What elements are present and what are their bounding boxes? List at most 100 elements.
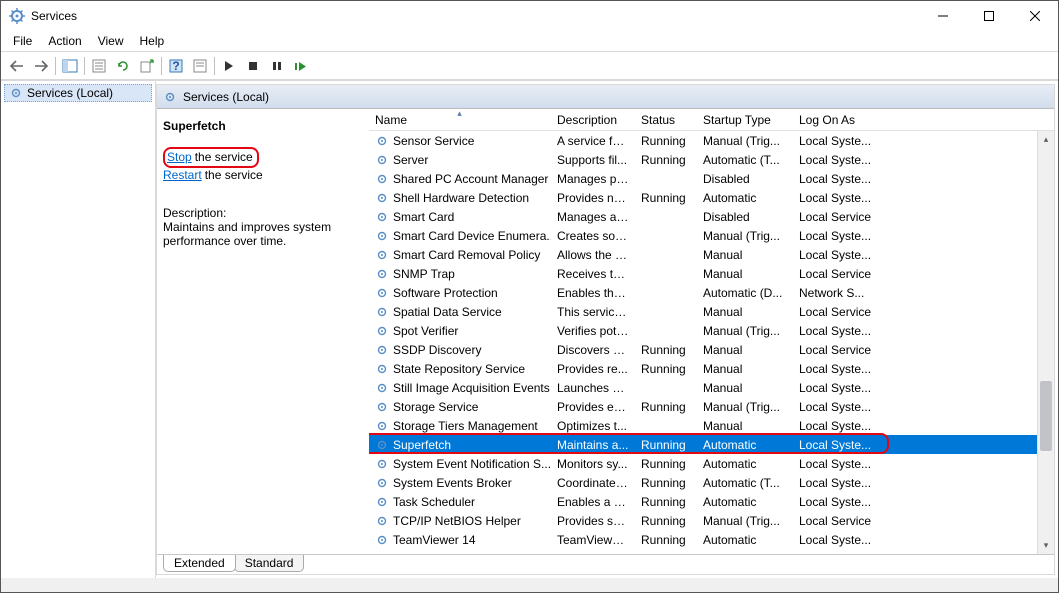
scroll-track[interactable] [1038, 148, 1054, 537]
tree-item-services-local[interactable]: Services (Local) [4, 84, 152, 102]
refresh-button[interactable] [111, 55, 135, 77]
cell-startup-type: Manual [697, 343, 793, 357]
menu-file[interactable]: File [5, 31, 40, 51]
cell-name: System Events Broker [369, 476, 551, 490]
start-service-button[interactable] [217, 55, 241, 77]
restart-service-button[interactable] [289, 55, 313, 77]
table-row[interactable]: Shared PC Account ManagerManages pr...Di… [369, 169, 1037, 188]
cell-log-on-as: Local Syste... [793, 153, 1033, 167]
cell-startup-type: Automatic (D... [697, 286, 793, 300]
cell-status: Running [635, 438, 697, 452]
table-row[interactable]: Sensor ServiceA service fo...RunningManu… [369, 131, 1037, 150]
table-row[interactable]: Shell Hardware DetectionProvides no...Ru… [369, 188, 1037, 207]
vertical-scrollbar[interactable]: ▴ ▾ [1037, 131, 1054, 554]
cell-status: Running [635, 343, 697, 357]
table-row[interactable]: ServerSupports fil...RunningAutomatic (T… [369, 150, 1037, 169]
stop-service-button[interactable] [241, 55, 265, 77]
table-row[interactable]: Spot VerifierVerifies pote...Manual (Tri… [369, 321, 1037, 340]
stop-link[interactable]: Stop [167, 150, 192, 164]
scroll-thumb[interactable] [1040, 381, 1052, 451]
properties-button[interactable] [87, 55, 111, 77]
table-row[interactable]: Task SchedulerEnables a us...RunningAuto… [369, 492, 1037, 511]
cell-name: Server [369, 153, 551, 167]
table-row[interactable]: TeamViewer 14TeamViewer...RunningAutomat… [369, 530, 1037, 549]
menu-help[interactable]: Help [132, 31, 173, 51]
gear-icon [375, 172, 389, 186]
menu-view[interactable]: View [90, 31, 132, 51]
table-row[interactable]: Storage Tiers ManagementOptimizes t...Ma… [369, 416, 1037, 435]
cell-log-on-as: Local Syste... [793, 172, 1033, 186]
table-row[interactable]: SNMP TrapReceives tra...ManualLocal Serv… [369, 264, 1037, 283]
table-row[interactable]: System Events BrokerCoordinates...Runnin… [369, 473, 1037, 492]
tab-extended[interactable]: Extended [163, 555, 236, 572]
forward-button[interactable] [29, 55, 53, 77]
detail-panel: Superfetch ② Stop the service Restart th… [157, 109, 369, 554]
table-row[interactable]: System Event Notification S...Monitors s… [369, 454, 1037, 473]
column-startup-type[interactable]: Startup Type [697, 109, 793, 130]
gear-icon [375, 438, 389, 452]
cell-name: SSDP Discovery [369, 343, 551, 357]
cell-name: Shell Hardware Detection [369, 191, 551, 205]
cell-name: Superfetch [369, 438, 551, 452]
column-description[interactable]: Description [551, 109, 635, 130]
cell-description: Provides re... [551, 362, 635, 376]
table-row[interactable]: Smart CardManages ac...DisabledLocal Ser… [369, 207, 1037, 226]
cell-startup-type: Automatic [697, 191, 793, 205]
cell-name: Sensor Service [369, 134, 551, 148]
table-row[interactable]: Spatial Data ServiceThis service ...Manu… [369, 302, 1037, 321]
cell-description: A service fo... [551, 134, 635, 148]
cell-startup-type: Automatic [697, 495, 793, 509]
table-row[interactable]: Smart Card Device Enumera...Creates soft… [369, 226, 1037, 245]
menu-action[interactable]: Action [40, 31, 89, 51]
list-body[interactable]: ① Sensor ServiceA service fo...RunningMa… [369, 131, 1037, 554]
scroll-down-button[interactable]: ▾ [1038, 537, 1054, 554]
table-row[interactable]: SSDP DiscoveryDiscovers n...RunningManua… [369, 340, 1037, 359]
gear-icon [375, 362, 389, 376]
pause-service-button[interactable] [265, 55, 289, 77]
cell-status: Running [635, 134, 697, 148]
gear-icon [375, 324, 389, 338]
cell-description: Provides su... [551, 514, 635, 528]
gear-icon [375, 457, 389, 471]
cell-startup-type: Automatic (T... [697, 153, 793, 167]
cell-startup-type: Automatic [697, 533, 793, 547]
cell-description: Allows the s... [551, 248, 635, 262]
minimize-button[interactable] [920, 1, 966, 31]
toolbar-separator [84, 57, 85, 75]
table-row[interactable]: Software ProtectionEnables the ...Automa… [369, 283, 1037, 302]
help-button[interactable]: ? [164, 55, 188, 77]
table-row[interactable]: TCP/IP NetBIOS HelperProvides su...Runni… [369, 511, 1037, 530]
maximize-button[interactable] [966, 1, 1012, 31]
cell-startup-type: Manual [697, 362, 793, 376]
table-row[interactable]: State Repository ServiceProvides re...Ru… [369, 359, 1037, 378]
scroll-up-button[interactable]: ▴ [1038, 131, 1054, 148]
restart-link[interactable]: Restart [163, 168, 202, 182]
cell-log-on-as: Local Syste... [793, 134, 1033, 148]
table-row[interactable]: SuperfetchMaintains a...RunningAutomatic… [369, 435, 1037, 454]
help-topics-button[interactable] [188, 55, 212, 77]
cell-log-on-as: Local Syste... [793, 533, 1033, 547]
cell-status: Running [635, 476, 697, 490]
cell-log-on-as: Network S... [793, 286, 1033, 300]
table-row[interactable]: Storage ServiceProvides en...RunningManu… [369, 397, 1037, 416]
table-row[interactable]: Still Image Acquisition EventsLaunches a… [369, 378, 1037, 397]
pane-title: Services (Local) [183, 90, 269, 104]
cell-startup-type: Automatic [697, 457, 793, 471]
cell-startup-type: Manual (Trig... [697, 514, 793, 528]
column-status[interactable]: Status [635, 109, 697, 130]
back-button[interactable] [5, 55, 29, 77]
show-hide-tree-button[interactable] [58, 55, 82, 77]
window-controls [920, 1, 1058, 31]
cell-description: Provides en... [551, 400, 635, 414]
export-button[interactable] [135, 55, 159, 77]
bottom-tabs: Extended Standard [157, 554, 1054, 574]
tab-standard[interactable]: Standard [234, 555, 305, 572]
table-row[interactable]: Smart Card Removal PolicyAllows the s...… [369, 245, 1037, 264]
column-log-on-as[interactable]: Log On As [793, 109, 1033, 130]
column-name[interactable]: Name▴ [369, 109, 551, 130]
cell-log-on-as: Local Syste... [793, 438, 1033, 452]
cell-name: Task Scheduler [369, 495, 551, 509]
close-button[interactable] [1012, 1, 1058, 31]
cell-description: Enables the ... [551, 286, 635, 300]
cell-status: Running [635, 153, 697, 167]
